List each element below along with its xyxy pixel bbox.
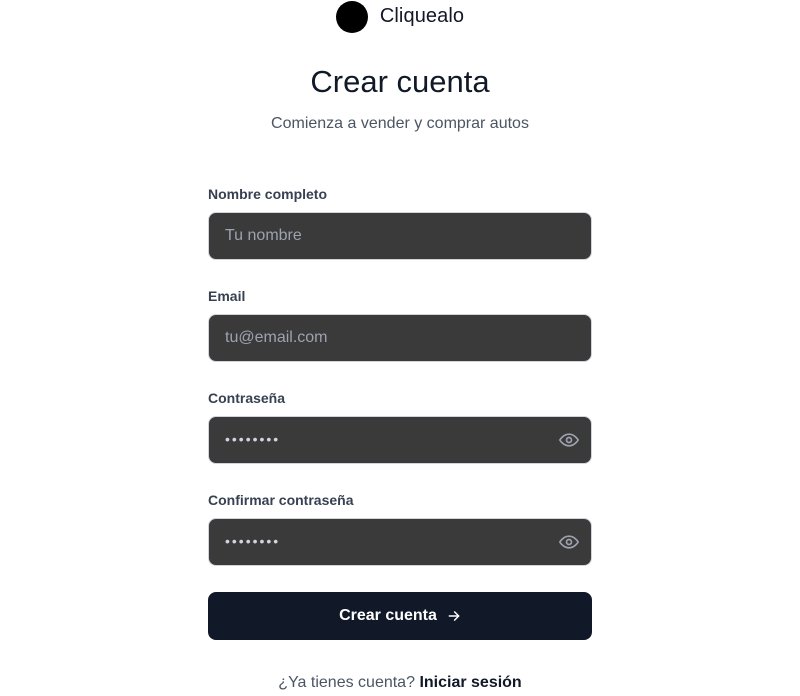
password-label: Contraseña	[208, 390, 286, 406]
circle-logo-icon	[335, 0, 368, 33]
create-account-button[interactable]: Crear cuenta	[208, 592, 592, 640]
email-field: Email	[208, 286, 592, 362]
create-account-label: Crear cuenta	[339, 607, 437, 624]
email-label: Email	[208, 288, 246, 304]
page-subtitle: Comienza a vender y comprar autos	[271, 115, 529, 132]
eye-icon	[559, 535, 579, 549]
page-title: Crear cuenta	[310, 64, 490, 99]
email-input[interactable]	[209, 315, 591, 361]
confirm-password-field: Confirmar contraseña	[208, 490, 592, 566]
full-name-label: Nombre completo	[208, 186, 328, 202]
confirm-password-input[interactable]	[209, 519, 557, 565]
arrow-right-icon	[448, 611, 460, 621]
signup-page: Cliquealo Crear cuenta Comienza a vender…	[0, 0, 800, 696]
confirm-password-label: Confirmar contraseña	[208, 492, 354, 508]
brand-header: Cliquealo	[0, 0, 800, 33]
eye-icon	[559, 433, 579, 447]
password-input[interactable]	[209, 417, 557, 463]
login-prompt-text: ¿Ya tienes cuenta?	[278, 674, 415, 691]
confirm-password-input-wrap	[208, 518, 592, 566]
email-input-wrap	[208, 314, 592, 362]
full-name-field: Nombre completo	[208, 184, 592, 260]
show-confirm-password-button[interactable]	[557, 530, 581, 554]
password-input-wrap	[208, 416, 592, 464]
full-name-input-wrap	[208, 212, 592, 260]
login-prompt: ¿Ya tienes cuenta? Iniciar sesión	[0, 674, 800, 692]
full-name-input[interactable]	[209, 213, 591, 259]
show-password-button[interactable]	[557, 428, 581, 452]
password-field: Contraseña	[208, 388, 592, 464]
brand-name: Cliquealo	[379, 5, 465, 27]
login-link[interactable]: Iniciar sesión	[419, 674, 521, 691]
